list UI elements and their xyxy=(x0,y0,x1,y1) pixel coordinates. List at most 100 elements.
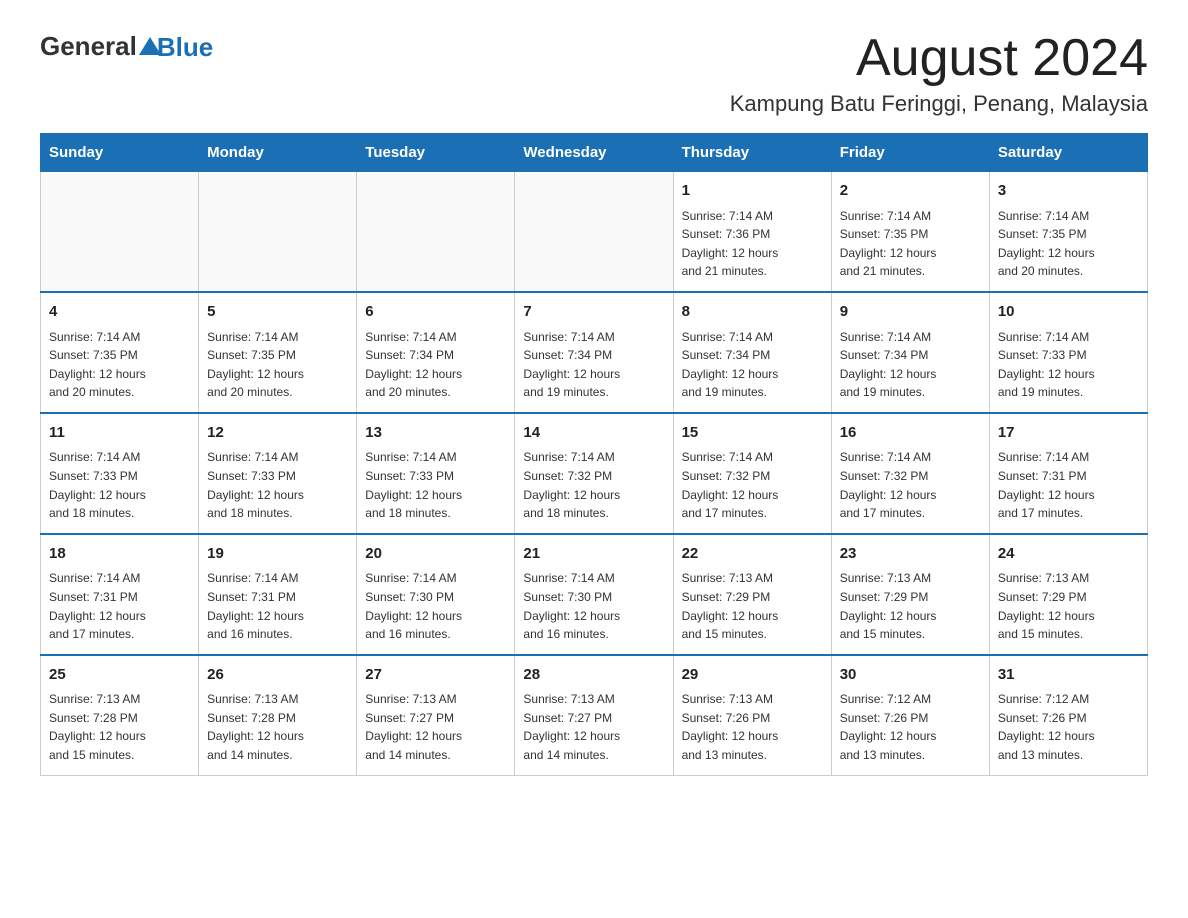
day-number: 8 xyxy=(682,301,823,324)
day-number: 24 xyxy=(998,543,1139,566)
day-number: 1 xyxy=(682,180,823,203)
logo-general: General xyxy=(40,31,137,62)
day-number: 20 xyxy=(365,543,506,566)
day-number: 17 xyxy=(998,422,1139,445)
day-info: Sunrise: 7:14 AM Sunset: 7:35 PM Dayligh… xyxy=(207,328,348,402)
logo-triangle-icon xyxy=(139,35,161,57)
table-row: 7Sunrise: 7:14 AM Sunset: 7:34 PM Daylig… xyxy=(515,292,673,413)
day-number: 15 xyxy=(682,422,823,445)
table-row: 26Sunrise: 7:13 AM Sunset: 7:28 PM Dayli… xyxy=(199,655,357,775)
table-row: 17Sunrise: 7:14 AM Sunset: 7:31 PM Dayli… xyxy=(989,413,1147,534)
day-info: Sunrise: 7:13 AM Sunset: 7:28 PM Dayligh… xyxy=(49,690,190,764)
day-number: 23 xyxy=(840,543,981,566)
day-info: Sunrise: 7:14 AM Sunset: 7:36 PM Dayligh… xyxy=(682,207,823,281)
calendar-week-row: 1 Sunrise: 7:14 AM Sunset: 7:36 PM Daylig… xyxy=(41,172,1148,292)
page-header: General Blue August 2024 Kampung Batu Fe… xyxy=(40,30,1148,117)
day-info: Sunrise: 7:14 AM Sunset: 7:30 PM Dayligh… xyxy=(523,569,664,643)
table-row: 12 Sunrise: 7:14 AM Sunset: 7:33 PM Dayli… xyxy=(199,413,357,534)
table-row: 11 Sunrise: 7:14 AM Sunset: 7:33 PM Dayli… xyxy=(41,413,199,534)
weekday-header-row: Sunday Monday Tuesday Wednesday Thursday… xyxy=(41,134,1148,172)
day-number: 29 xyxy=(682,664,823,687)
day-info: Sunrise: 7:13 AM Sunset: 7:27 PM Dayligh… xyxy=(365,690,506,764)
table-row xyxy=(357,172,515,292)
day-number: 5 xyxy=(207,301,348,324)
table-row: 18 Sunrise: 7:14 AM Sunset: 7:31 PM Dayli… xyxy=(41,534,199,655)
day-info: Sunrise: 7:12 AM Sunset: 7:26 PM Dayligh… xyxy=(840,690,981,764)
day-info: Sunrise: 7:14 AM Sunset: 7:33 PM Dayligh… xyxy=(49,448,190,522)
day-number: 19 xyxy=(207,543,348,566)
calendar-table: Sunday Monday Tuesday Wednesday Thursday… xyxy=(40,133,1148,775)
day-number: 4 xyxy=(49,301,190,324)
table-row: 6 Sunrise: 7:14 AM Sunset: 7:34 PM Daylig… xyxy=(357,292,515,413)
day-number: 3 xyxy=(998,180,1139,203)
day-info: Sunrise: 7:14 AM Sunset: 7:33 PM Dayligh… xyxy=(998,328,1139,402)
calendar-week-row: 25 Sunrise: 7:13 AM Sunset: 7:28 PM Dayli… xyxy=(41,655,1148,775)
day-info: Sunrise: 7:13 AM Sunset: 7:29 PM Dayligh… xyxy=(682,569,823,643)
table-row: 31Sunrise: 7:12 AM Sunset: 7:26 PM Dayli… xyxy=(989,655,1147,775)
day-number: 14 xyxy=(523,422,664,445)
title-section: August 2024 Kampung Batu Feringgi, Penan… xyxy=(730,30,1148,117)
day-number: 31 xyxy=(998,664,1139,687)
table-row xyxy=(515,172,673,292)
table-row: 22 Sunrise: 7:13 AM Sunset: 7:29 PM Dayli… xyxy=(673,534,831,655)
day-info: Sunrise: 7:14 AM Sunset: 7:30 PM Dayligh… xyxy=(365,569,506,643)
month-year-title: August 2024 xyxy=(730,30,1148,87)
table-row: 20 Sunrise: 7:14 AM Sunset: 7:30 PM Dayli… xyxy=(357,534,515,655)
table-row: 24 Sunrise: 7:13 AM Sunset: 7:29 PM Dayli… xyxy=(989,534,1147,655)
header-saturday: Saturday xyxy=(989,134,1147,172)
day-number: 18 xyxy=(49,543,190,566)
day-info: Sunrise: 7:14 AM Sunset: 7:31 PM Dayligh… xyxy=(49,569,190,643)
header-friday: Friday xyxy=(831,134,989,172)
table-row: 29 Sunrise: 7:13 AM Sunset: 7:26 PM Dayli… xyxy=(673,655,831,775)
day-number: 22 xyxy=(682,543,823,566)
day-number: 13 xyxy=(365,422,506,445)
day-number: 21 xyxy=(523,543,664,566)
table-row: 21 Sunrise: 7:14 AM Sunset: 7:30 PM Dayli… xyxy=(515,534,673,655)
day-number: 11 xyxy=(49,422,190,445)
day-info: Sunrise: 7:13 AM Sunset: 7:27 PM Dayligh… xyxy=(523,690,664,764)
logo-blue: Blue xyxy=(157,32,213,62)
day-info: Sunrise: 7:14 AM Sunset: 7:35 PM Dayligh… xyxy=(49,328,190,402)
table-row: 4 Sunrise: 7:14 AM Sunset: 7:35 PM Daylig… xyxy=(41,292,199,413)
header-thursday: Thursday xyxy=(673,134,831,172)
day-info: Sunrise: 7:14 AM Sunset: 7:34 PM Dayligh… xyxy=(523,328,664,402)
calendar-week-row: 18 Sunrise: 7:14 AM Sunset: 7:31 PM Dayli… xyxy=(41,534,1148,655)
header-monday: Monday xyxy=(199,134,357,172)
day-info: Sunrise: 7:14 AM Sunset: 7:34 PM Dayligh… xyxy=(840,328,981,402)
header-wednesday: Wednesday xyxy=(515,134,673,172)
table-row: 19Sunrise: 7:14 AM Sunset: 7:31 PM Dayli… xyxy=(199,534,357,655)
logo: General Blue xyxy=(40,30,213,63)
day-info: Sunrise: 7:14 AM Sunset: 7:32 PM Dayligh… xyxy=(682,448,823,522)
table-row: 15 Sunrise: 7:14 AM Sunset: 7:32 PM Dayli… xyxy=(673,413,831,534)
calendar-week-row: 4 Sunrise: 7:14 AM Sunset: 7:35 PM Daylig… xyxy=(41,292,1148,413)
day-number: 6 xyxy=(365,301,506,324)
day-info: Sunrise: 7:14 AM Sunset: 7:33 PM Dayligh… xyxy=(365,448,506,522)
table-row: 10Sunrise: 7:14 AM Sunset: 7:33 PM Dayli… xyxy=(989,292,1147,413)
header-tuesday: Tuesday xyxy=(357,134,515,172)
table-row xyxy=(41,172,199,292)
day-info: Sunrise: 7:14 AM Sunset: 7:34 PM Dayligh… xyxy=(682,328,823,402)
day-info: Sunrise: 7:13 AM Sunset: 7:28 PM Dayligh… xyxy=(207,690,348,764)
table-row: 13 Sunrise: 7:14 AM Sunset: 7:33 PM Dayli… xyxy=(357,413,515,534)
day-info: Sunrise: 7:14 AM Sunset: 7:34 PM Dayligh… xyxy=(365,328,506,402)
table-row: 1 Sunrise: 7:14 AM Sunset: 7:36 PM Daylig… xyxy=(673,172,831,292)
day-info: Sunrise: 7:13 AM Sunset: 7:29 PM Dayligh… xyxy=(840,569,981,643)
day-info: Sunrise: 7:14 AM Sunset: 7:35 PM Dayligh… xyxy=(840,207,981,281)
table-row xyxy=(199,172,357,292)
day-number: 12 xyxy=(207,422,348,445)
day-number: 9 xyxy=(840,301,981,324)
day-info: Sunrise: 7:14 AM Sunset: 7:33 PM Dayligh… xyxy=(207,448,348,522)
table-row: 16Sunrise: 7:14 AM Sunset: 7:32 PM Dayli… xyxy=(831,413,989,534)
table-row: 3Sunrise: 7:14 AM Sunset: 7:35 PM Daylig… xyxy=(989,172,1147,292)
day-info: Sunrise: 7:13 AM Sunset: 7:26 PM Dayligh… xyxy=(682,690,823,764)
table-row: 30 Sunrise: 7:12 AM Sunset: 7:26 PM Dayli… xyxy=(831,655,989,775)
location-subtitle: Kampung Batu Feringgi, Penang, Malaysia xyxy=(730,91,1148,117)
table-row: 9 Sunrise: 7:14 AM Sunset: 7:34 PM Daylig… xyxy=(831,292,989,413)
table-row: 14 Sunrise: 7:14 AM Sunset: 7:32 PM Dayli… xyxy=(515,413,673,534)
day-info: Sunrise: 7:14 AM Sunset: 7:32 PM Dayligh… xyxy=(523,448,664,522)
day-info: Sunrise: 7:13 AM Sunset: 7:29 PM Dayligh… xyxy=(998,569,1139,643)
day-number: 2 xyxy=(840,180,981,203)
table-row: 2 Sunrise: 7:14 AM Sunset: 7:35 PM Daylig… xyxy=(831,172,989,292)
day-number: 25 xyxy=(49,664,190,687)
day-number: 30 xyxy=(840,664,981,687)
